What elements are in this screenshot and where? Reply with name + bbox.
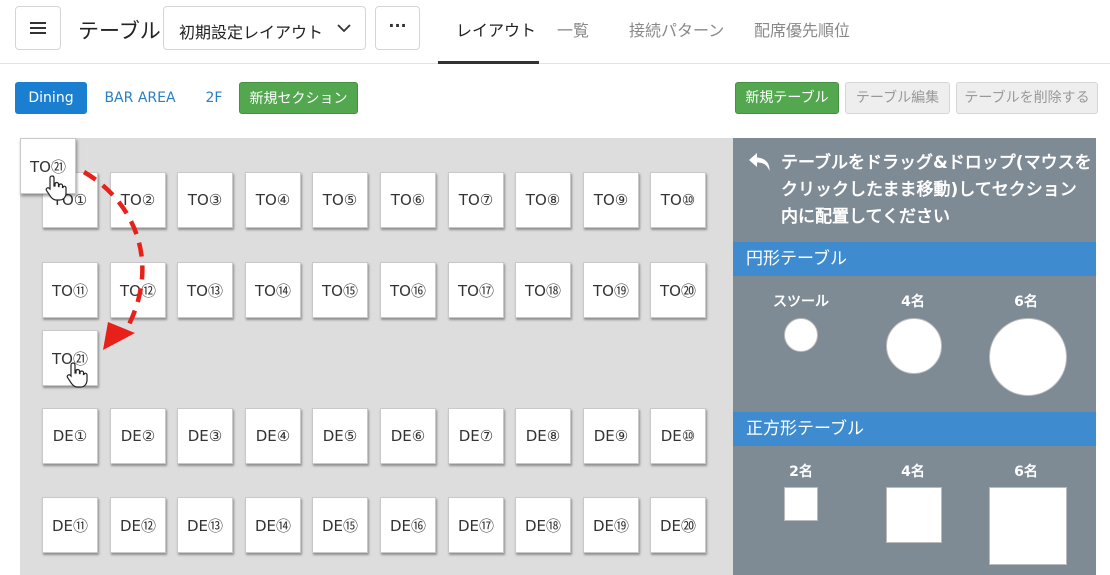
table-to-row1-9[interactable]: TO⑨ bbox=[583, 172, 639, 228]
table-to-row1-3[interactable]: TO③ bbox=[177, 172, 233, 228]
table-to-row1-6[interactable]: TO⑥ bbox=[380, 172, 436, 228]
table-to-row2-7[interactable]: TO⑰ bbox=[448, 262, 504, 318]
new-section-button[interactable]: 新規セクション bbox=[239, 82, 358, 114]
table-de-row1-10[interactable]: DE⑩ bbox=[650, 408, 706, 464]
palette-hint: テーブルをドラッグ&ドロップ(マウスをクリックしたまま移動)してセクション内に配… bbox=[747, 150, 1092, 231]
round-4-label: 4名 bbox=[901, 294, 925, 310]
table-to-row2-10[interactable]: TO⑳ bbox=[650, 262, 706, 318]
table-de-row2-8[interactable]: DE⑱ bbox=[515, 497, 571, 553]
menu-button[interactable] bbox=[15, 6, 61, 50]
page-title: テーブル bbox=[78, 19, 161, 43]
tab-list[interactable]: 一覧 bbox=[557, 17, 589, 41]
table-to-row2-1[interactable]: TO⑪ bbox=[42, 262, 98, 318]
square-2-label: 2名 bbox=[789, 464, 813, 480]
table-de-row2-6[interactable]: DE⑯ bbox=[380, 497, 436, 553]
table-de-row2-9[interactable]: DE⑲ bbox=[583, 497, 639, 553]
round-stool-label: スツール bbox=[773, 294, 829, 310]
hamburger-icon bbox=[30, 22, 46, 24]
table-de-row1-9[interactable]: DE⑨ bbox=[583, 408, 639, 464]
table-to-row2-6[interactable]: TO⑯ bbox=[380, 262, 436, 318]
table-to-row1-10[interactable]: TO⑩ bbox=[650, 172, 706, 228]
palette-hint-text: テーブルをドラッグ&ドロップ(マウスをクリックしたまま移動)してセクション内に配… bbox=[781, 153, 1092, 227]
table-de-row2-3[interactable]: DE⑬ bbox=[177, 497, 233, 553]
table-de-row1-5[interactable]: DE⑤ bbox=[312, 408, 368, 464]
table-de-row1-1[interactable]: DE① bbox=[42, 408, 98, 464]
table-de-row2-5[interactable]: DE⑮ bbox=[312, 497, 368, 553]
section-dining[interactable]: Dining bbox=[15, 82, 87, 114]
section-bar-area[interactable]: BAR AREA bbox=[97, 82, 183, 114]
square-6-label: 6名 bbox=[1014, 464, 1038, 480]
round-stool-table[interactable] bbox=[784, 318, 818, 352]
active-tab-indicator bbox=[438, 61, 539, 64]
square-table-heading: 正方形テーブル bbox=[733, 412, 1096, 446]
table-to-row2-5[interactable]: TO⑮ bbox=[312, 262, 368, 318]
tab-seating-priority[interactable]: 配席優先順位 bbox=[754, 17, 850, 41]
round-4-table[interactable] bbox=[886, 318, 942, 374]
table-to-row2-4[interactable]: TO⑭ bbox=[245, 262, 301, 318]
hand-pointer-icon bbox=[45, 175, 67, 201]
square-4-label: 4名 bbox=[901, 464, 925, 480]
delete-table-button[interactable]: テーブルを削除する bbox=[956, 82, 1098, 114]
table-de-row1-4[interactable]: DE④ bbox=[245, 408, 301, 464]
table-de-row1-3[interactable]: DE③ bbox=[177, 408, 233, 464]
table-de-row1-2[interactable]: DE② bbox=[110, 408, 166, 464]
square-4-table[interactable] bbox=[886, 487, 942, 543]
table-to-row1-5[interactable]: TO⑤ bbox=[312, 172, 368, 228]
table-to-row2-8[interactable]: TO⑱ bbox=[515, 262, 571, 318]
edit-table-button[interactable]: テーブル編集 bbox=[845, 82, 950, 114]
tab-connection-pattern[interactable]: 接続パターン bbox=[629, 17, 724, 41]
table-to-row2-9[interactable]: TO⑲ bbox=[583, 262, 639, 318]
table-to-row1-4[interactable]: TO④ bbox=[245, 172, 301, 228]
table-to-row1-7[interactable]: TO⑦ bbox=[448, 172, 504, 228]
hand-pointer-icon bbox=[66, 362, 88, 388]
square-2-table[interactable] bbox=[784, 487, 818, 521]
table-de-row2-2[interactable]: DE⑫ bbox=[110, 497, 166, 553]
table-de-row1-7[interactable]: DE⑦ bbox=[448, 408, 504, 464]
round-6-label: 6名 bbox=[1014, 294, 1038, 310]
tab-layout[interactable]: レイアウト bbox=[456, 17, 536, 41]
new-table-button[interactable]: 新規テーブル bbox=[735, 82, 839, 114]
chevron-down-icon bbox=[337, 24, 351, 33]
round-6-table[interactable] bbox=[989, 318, 1067, 396]
square-6-table[interactable] bbox=[989, 487, 1067, 565]
table-to-row2-3[interactable]: TO⑬ bbox=[177, 262, 233, 318]
table-palette: テーブルをドラッグ&ドロップ(マウスをクリックしたまま移動)してセクション内に配… bbox=[733, 138, 1096, 575]
layout-select-value: 初期設定レイアウト bbox=[179, 23, 324, 42]
table-de-row2-1[interactable]: DE⑪ bbox=[42, 497, 98, 553]
table-to-row1-8[interactable]: TO⑧ bbox=[515, 172, 571, 228]
table-to-row1-2[interactable]: TO② bbox=[110, 172, 166, 228]
table-de-row2-4[interactable]: DE⑭ bbox=[245, 497, 301, 553]
table-de-row2-7[interactable]: DE⑰ bbox=[448, 497, 504, 553]
table-de-row1-8[interactable]: DE⑧ bbox=[515, 408, 571, 464]
table-de-row2-10[interactable]: DE⑳ bbox=[650, 497, 706, 553]
layout-select[interactable]: 初期設定レイアウト bbox=[163, 6, 366, 50]
round-table-heading: 円形テーブル bbox=[733, 242, 1096, 276]
undo-arrow-icon bbox=[749, 153, 770, 171]
top-header: テーブル 初期設定レイアウト ··· レイアウト 一覧 接続パターン 配席優先順… bbox=[0, 0, 1110, 64]
table-de-row1-6[interactable]: DE⑥ bbox=[380, 408, 436, 464]
table-to-row2-2[interactable]: TO⑫ bbox=[110, 262, 166, 318]
more-options-button[interactable]: ··· bbox=[375, 6, 420, 50]
section-2f[interactable]: 2F bbox=[199, 82, 229, 114]
